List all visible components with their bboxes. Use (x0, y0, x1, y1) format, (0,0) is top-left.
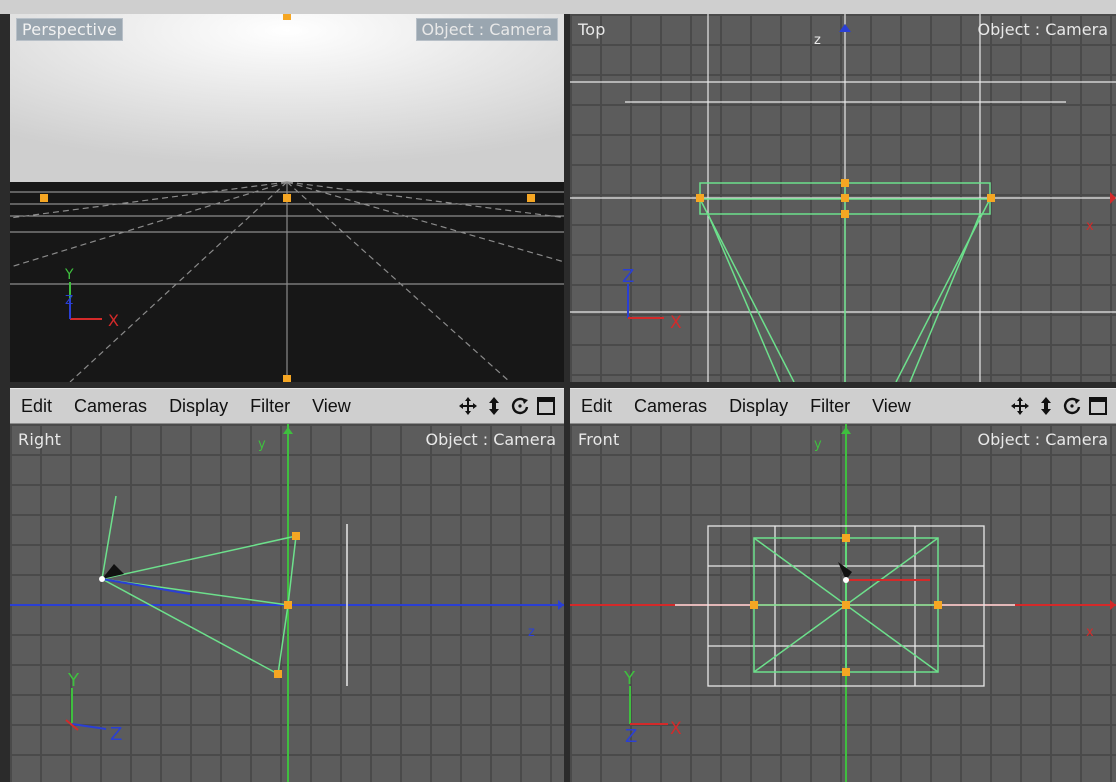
menubar-right: Edit Cameras Display Filter View (570, 388, 1116, 424)
menu-edit[interactable]: Edit (570, 396, 623, 417)
right-scene: y z Y Z (10, 424, 564, 782)
x-axis-label: x (1086, 219, 1094, 234)
move-icon[interactable] (458, 396, 478, 416)
svg-text:X: X (670, 719, 682, 739)
x-arrow-head (1110, 600, 1116, 610)
rotate-icon[interactable] (1062, 396, 1082, 416)
maximize-icon[interactable] (1088, 396, 1108, 416)
svg-text:Z: Z (65, 293, 73, 307)
x-axis-label: x (1086, 625, 1094, 640)
viewport-right[interactable]: y z Y Z Right Object: Camera (10, 424, 564, 782)
camera-origin (99, 576, 105, 582)
maximize-icon[interactable] (536, 396, 556, 416)
menu-view[interactable]: View (861, 396, 922, 417)
scale-arrow-icon[interactable] (1036, 396, 1056, 416)
menu-display[interactable]: Display (718, 396, 799, 417)
z-arrow-head (839, 24, 851, 32)
viewport-top[interactable]: z x Z X Top Object : Camera (570, 14, 1116, 382)
svg-text:Z: Z (622, 266, 634, 287)
y-axis-label: y (814, 437, 822, 452)
menu-filter[interactable]: Filter (239, 396, 301, 417)
menu-view[interactable]: View (301, 396, 362, 417)
y-axis-label: y (258, 437, 266, 452)
svg-text:Z: Z (625, 726, 637, 747)
menu-cameras[interactable]: Cameras (63, 396, 158, 417)
z-arrow-head (558, 600, 564, 610)
viewport-label: Right (18, 430, 62, 449)
viewport-tools (458, 396, 564, 416)
top-toolbar-strip (0, 0, 1116, 14)
top-scene: z x Z X (570, 14, 1116, 382)
y-arrow-head (283, 427, 293, 434)
viewport-label: Front (578, 430, 620, 449)
menu-cameras[interactable]: Cameras (623, 396, 718, 417)
viewport-label: Top (578, 20, 606, 39)
right-axis-gizmo: Y Z (65, 670, 122, 745)
svg-text:Z: Z (110, 724, 122, 745)
svg-text:Y: Y (64, 267, 74, 283)
scale-arrow-icon[interactable] (484, 396, 504, 416)
viewport-perspective[interactable]: Y X Z Perspective Object : Camera (10, 14, 564, 382)
z-axis-label: z (814, 33, 821, 48)
viewport-front[interactable]: x y Z Y X Front Object: Camera (570, 424, 1116, 782)
front-axis-gizmo: Z Y X (623, 668, 682, 747)
svg-text:X: X (670, 313, 682, 333)
rotate-icon[interactable] (510, 396, 530, 416)
viewport-label: Perspective (16, 18, 123, 41)
svg-text:X: X (108, 311, 119, 330)
object-label: Object : Camera (425, 430, 556, 449)
object-label: Object : Camera (977, 430, 1108, 449)
y-arrow-head (841, 427, 851, 434)
svg-text:Y: Y (623, 668, 636, 689)
top-axis-gizmo: Z X (622, 266, 682, 333)
perspective-scene: Y X Z (10, 14, 564, 382)
viewport-tools (1010, 396, 1116, 416)
camera-frustum-right (101, 495, 297, 675)
svg-text:Y: Y (67, 670, 80, 691)
menubar-left: Edit Cameras Display Filter View (10, 388, 564, 424)
z-axis-label: z (528, 625, 535, 640)
menu-filter[interactable]: Filter (799, 396, 861, 417)
object-label: Object : Camera (415, 18, 558, 41)
front-scene: x y Z Y X (570, 424, 1116, 782)
menu-edit[interactable]: Edit (10, 396, 63, 417)
x-arrow-head (1110, 192, 1116, 204)
menu-display[interactable]: Display (158, 396, 239, 417)
object-label: Object : Camera (977, 20, 1108, 39)
camera-origin (843, 577, 849, 583)
move-icon[interactable] (1010, 396, 1030, 416)
